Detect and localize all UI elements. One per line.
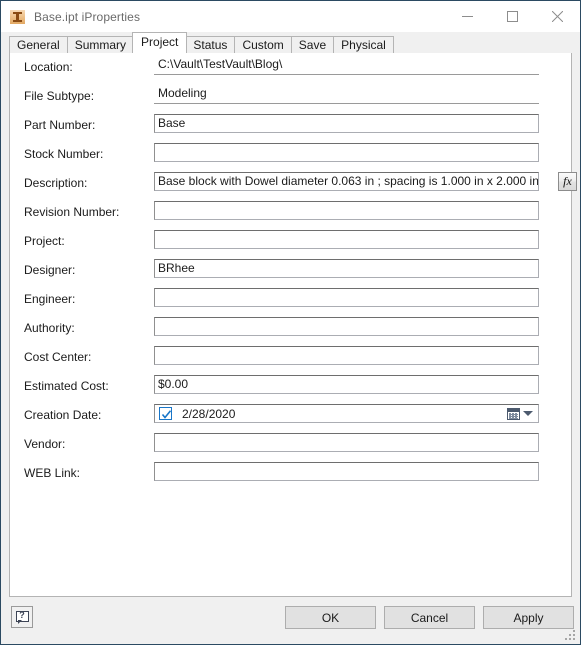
input-project[interactable]	[154, 230, 539, 249]
project-form: Location: C:\Vault\TestVault\Blog\ File Su…	[10, 53, 577, 488]
readonly-location: C:\Vault\TestVault\Blog\	[154, 56, 539, 75]
creation-date-checkbox[interactable]	[159, 407, 172, 420]
creation-date-value: 2/28/2020	[182, 407, 236, 421]
minimize-icon[interactable]	[445, 1, 490, 32]
field-row-vendor: Vendor:	[10, 430, 571, 459]
creation-date-field[interactable]: 2/28/2020	[154, 404, 539, 423]
help-icon: ?	[15, 609, 29, 624]
label-file-subtype: File Subtype:	[24, 89, 95, 103]
tab-physical[interactable]: Physical	[333, 36, 394, 53]
field-row-authority: Authority:	[10, 314, 571, 343]
dialog-footer: ? OK Cancel Apply	[1, 597, 580, 644]
tab-status[interactable]: Status	[185, 36, 236, 53]
fx-button-label: fx	[563, 174, 572, 188]
field-row-estimated-cost: Estimated Cost: $0.00	[10, 372, 571, 401]
input-description[interactable]: Base block with Dowel diameter 0.063 in …	[154, 172, 539, 191]
chevron-down-icon	[523, 411, 533, 416]
label-designer: Designer:	[24, 263, 76, 277]
field-row-location: Location: C:\Vault\TestVault\Blog\	[10, 53, 571, 82]
label-authority: Authority:	[24, 321, 75, 335]
field-row-revision-number: Revision Number:	[10, 198, 571, 227]
field-row-part-number: Part Number: Base	[10, 111, 571, 140]
tab-summary[interactable]: Summary	[66, 36, 135, 53]
ok-button[interactable]: OK	[285, 606, 376, 629]
tab-save[interactable]: Save	[290, 36, 335, 53]
label-description: Description:	[24, 176, 88, 190]
window-controls	[445, 1, 580, 32]
label-engineer: Engineer:	[24, 292, 76, 306]
resize-grip[interactable]	[565, 630, 577, 642]
cancel-button[interactable]: Cancel	[384, 606, 475, 629]
apply-button[interactable]: Apply	[483, 606, 574, 629]
input-vendor[interactable]	[154, 433, 539, 452]
field-row-description: Description: Base block with Dowel diamet…	[10, 169, 577, 198]
label-stock-number: Stock Number:	[24, 147, 104, 161]
field-row-engineer: Engineer:	[10, 285, 571, 314]
project-tab-panel: Location: C:\Vault\TestVault\Blog\ File Su…	[9, 53, 577, 597]
inventor-part-icon	[10, 9, 26, 25]
field-row-cost-center: Cost Center:	[10, 343, 571, 372]
window-title: Base.ipt iProperties	[34, 9, 141, 24]
label-creation-date: Creation Date:	[24, 408, 102, 422]
input-web-link[interactable]	[154, 462, 539, 481]
label-location: Location:	[24, 60, 73, 74]
title-bar: Base.ipt iProperties	[1, 1, 580, 32]
input-cost-center[interactable]	[154, 346, 539, 365]
input-designer[interactable]: BRhee	[154, 259, 539, 278]
tab-general[interactable]: General	[9, 36, 68, 53]
label-estimated-cost: Estimated Cost:	[24, 379, 109, 393]
iproperties-dialog: Base.ipt iProperties General Summary Proje…	[0, 0, 581, 645]
label-project: Project:	[24, 234, 65, 248]
field-row-stock-number: Stock Number:	[10, 140, 571, 169]
field-row-project: Project:	[10, 227, 571, 256]
date-picker-button[interactable]	[503, 406, 537, 421]
tab-custom[interactable]: Custom	[234, 36, 292, 53]
tab-project[interactable]: Project	[132, 32, 188, 53]
input-revision-number[interactable]	[154, 201, 539, 220]
input-authority[interactable]	[154, 317, 539, 336]
help-button[interactable]: ?	[11, 606, 33, 628]
input-stock-number[interactable]	[154, 143, 539, 162]
field-row-designer: Designer: BRhee	[10, 256, 571, 285]
input-part-number[interactable]: Base	[154, 114, 539, 133]
label-revision-number: Revision Number:	[24, 205, 120, 219]
input-estimated-cost[interactable]: $0.00	[154, 375, 539, 394]
label-vendor: Vendor:	[24, 437, 66, 451]
maximize-icon[interactable]	[490, 1, 535, 32]
input-engineer[interactable]	[154, 288, 539, 307]
field-row-file-subtype: File Subtype: Modeling	[10, 82, 571, 111]
field-row-creation-date: Creation Date: 2/28/2020	[10, 401, 571, 430]
fx-button[interactable]: fx	[558, 172, 577, 191]
label-web-link: WEB Link:	[24, 466, 81, 480]
label-part-number: Part Number:	[24, 118, 96, 132]
tab-strip: General Summary Project Status Custom Save Phy…	[1, 32, 580, 53]
close-icon[interactable]	[535, 1, 580, 32]
field-row-web-link: WEB Link:	[10, 459, 571, 488]
readonly-file-subtype: Modeling	[154, 85, 539, 104]
label-cost-center: Cost Center:	[24, 350, 92, 364]
calendar-icon	[507, 407, 520, 420]
help-icon-label: ?	[19, 609, 25, 620]
checkmark-icon	[161, 410, 172, 419]
